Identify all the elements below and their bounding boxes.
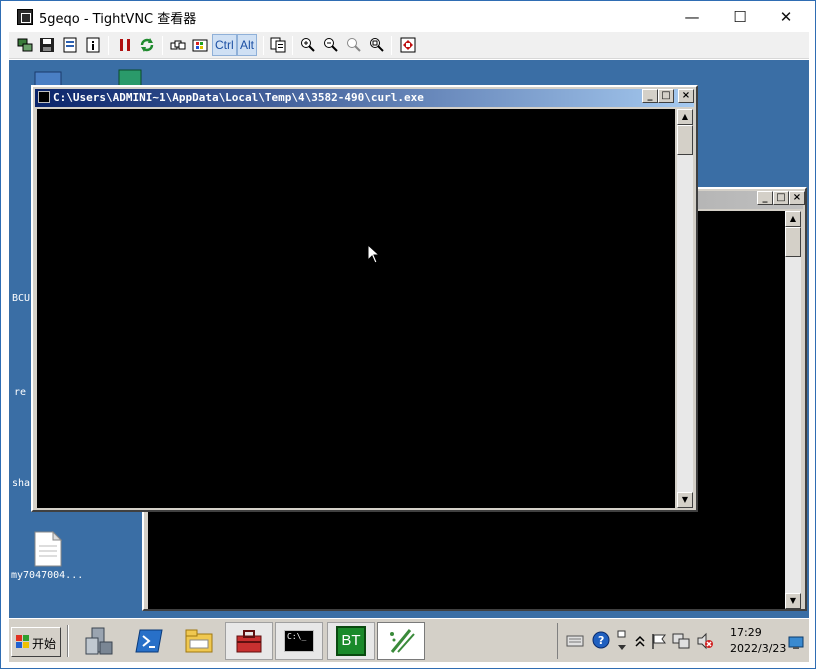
bt-label: BT bbox=[336, 626, 366, 656]
toolbar: Ctrl Alt bbox=[9, 32, 809, 59]
notepad-plus-icon[interactable] bbox=[377, 622, 425, 660]
close-button[interactable]: ✕ bbox=[763, 1, 809, 32]
console-output-front[interactable] bbox=[37, 109, 675, 508]
language-icon[interactable] bbox=[616, 629, 628, 653]
toolbox-icon[interactable] bbox=[225, 622, 273, 660]
toolbar-separator bbox=[108, 36, 109, 55]
explorer-icon[interactable] bbox=[175, 622, 223, 660]
options-icon[interactable] bbox=[60, 35, 80, 55]
clock-date[interactable]: 2022/3/23 bbox=[730, 642, 786, 655]
show-desktop-icon[interactable] bbox=[788, 635, 804, 649]
powershell-icon[interactable] bbox=[125, 622, 173, 660]
scroll-down-arrow[interactable]: ▼ bbox=[785, 593, 801, 609]
toolbar-separator bbox=[162, 36, 163, 55]
volume-muted-icon[interactable] bbox=[696, 632, 714, 650]
cmd-label: C:\_ bbox=[284, 630, 314, 652]
zoom-100-icon[interactable] bbox=[344, 35, 364, 55]
pause-icon[interactable] bbox=[115, 35, 135, 55]
scroll-up-arrow[interactable]: ▲ bbox=[785, 211, 801, 227]
start-label: 开始 bbox=[32, 637, 57, 651]
toolbar-separator bbox=[292, 36, 293, 55]
console-close-button[interactable]: × bbox=[789, 191, 805, 205]
zoom-in-icon[interactable] bbox=[298, 35, 318, 55]
console-title: C:\Users\ADMINI~1\AppData\Local\Temp\4\3… bbox=[53, 91, 424, 104]
desktop-icon-label[interactable]: sha bbox=[12, 478, 30, 489]
fullscreen-icon[interactable] bbox=[398, 35, 418, 55]
start-button[interactable]: 开始 bbox=[11, 627, 61, 657]
scroll-up-arrow[interactable]: ▲ bbox=[677, 109, 693, 125]
action-center-flag-icon[interactable] bbox=[650, 632, 668, 650]
refresh-icon[interactable] bbox=[137, 35, 157, 55]
scroll-thumb[interactable] bbox=[677, 125, 693, 155]
server-manager-icon[interactable] bbox=[75, 622, 123, 660]
clock-time[interactable]: 17:29 bbox=[730, 626, 762, 639]
desktop-icon-label[interactable]: re bbox=[14, 387, 26, 398]
info-icon[interactable] bbox=[83, 35, 103, 55]
console-scrollbar-front[interactable]: ▲ ▼ bbox=[677, 109, 693, 508]
save-icon[interactable] bbox=[37, 35, 57, 55]
tightvnc-icon bbox=[17, 9, 33, 25]
console-title-bar-front: C:\Users\ADMINI~1\AppData\Local\Temp\4\3… bbox=[35, 89, 694, 107]
help-icon[interactable]: ? bbox=[592, 631, 610, 649]
file-icon[interactable] bbox=[33, 530, 63, 567]
taskbar: 开始 C:\_ BT ? bbox=[9, 618, 809, 662]
window-title: 5geqo - TightVNC 查看器 bbox=[39, 12, 197, 27]
zoom-auto-icon[interactable] bbox=[367, 35, 387, 55]
console-maximize-button[interactable]: □ bbox=[658, 89, 674, 103]
console-minimize-button[interactable]: _ bbox=[642, 89, 658, 103]
desktop-icon-label[interactable]: BCU bbox=[12, 293, 30, 304]
bt-panel-icon[interactable]: BT bbox=[327, 622, 375, 660]
toolbar-separator bbox=[391, 36, 392, 55]
console-window-front[interactable]: C:\Users\ADMINI~1\AppData\Local\Temp\4\3… bbox=[31, 85, 698, 512]
console-scrollbar-back[interactable]: ▲ ▼ bbox=[785, 211, 801, 609]
taskbar-separator bbox=[67, 625, 69, 657]
win-key-icon[interactable] bbox=[190, 35, 210, 55]
zoom-out-icon[interactable] bbox=[321, 35, 341, 55]
console-maximize-button[interactable]: □ bbox=[773, 191, 789, 205]
desktop-icon-label[interactable]: my7047004... bbox=[11, 570, 83, 581]
vnc-viewer-window: 5geqo - TightVNC 查看器 — ☐ ✕ Ctrl Alt BCU … bbox=[0, 0, 816, 669]
alt-key-button[interactable]: Alt bbox=[237, 34, 258, 56]
ctrl-alt-del-icon[interactable] bbox=[168, 35, 188, 55]
mouse-cursor-icon bbox=[367, 243, 381, 264]
ctrl-key-button[interactable]: Ctrl bbox=[212, 34, 237, 56]
console-minimize-button[interactable]: _ bbox=[757, 191, 773, 205]
minimize-button[interactable]: — bbox=[669, 1, 715, 32]
console-close-button[interactable]: × bbox=[678, 89, 694, 103]
svg-text:?: ? bbox=[598, 634, 604, 647]
console-icon bbox=[38, 91, 50, 103]
keyboard-icon[interactable] bbox=[566, 632, 584, 648]
tray-expand-icon[interactable] bbox=[634, 633, 646, 649]
transfer-icon[interactable] bbox=[268, 35, 288, 55]
windows-flag-icon bbox=[16, 635, 29, 648]
scroll-thumb[interactable] bbox=[785, 227, 801, 257]
network-icon[interactable] bbox=[672, 632, 690, 650]
toolbar-separator bbox=[263, 36, 264, 55]
new-connection-icon[interactable] bbox=[15, 35, 35, 55]
title-bar: 5geqo - TightVNC 查看器 — ☐ ✕ bbox=[1, 1, 815, 32]
maximize-button[interactable]: ☐ bbox=[717, 1, 763, 32]
scroll-down-arrow[interactable]: ▼ bbox=[677, 492, 693, 508]
cmd-icon[interactable]: C:\_ bbox=[275, 622, 323, 660]
remote-desktop[interactable]: BCU re sha my7047004... _ □ × ▲ ▼ C:\Use… bbox=[9, 60, 809, 662]
